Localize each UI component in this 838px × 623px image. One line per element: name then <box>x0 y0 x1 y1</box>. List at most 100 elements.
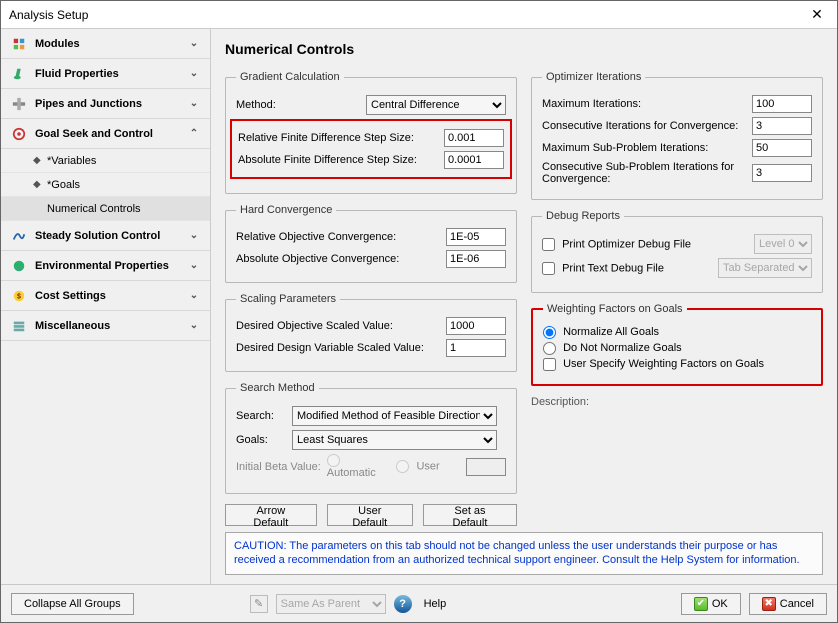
sidebar-group-steady-solution-control[interactable]: Steady Solution Control ⌄ <box>1 221 210 251</box>
consec-sub-label: Consecutive Sub-Problem Iterations for C… <box>542 161 746 185</box>
beta-user-radio: User <box>396 460 460 473</box>
consec-conv-input[interactable] <box>752 117 812 135</box>
abs-obj-label: Absolute Objective Convergence: <box>236 253 440 265</box>
chevron-down-icon: ⌄ <box>186 230 202 241</box>
group-label: Fluid Properties <box>35 68 186 80</box>
max-sub-label: Maximum Sub-Problem Iterations: <box>542 142 746 154</box>
method-select[interactable]: Central Difference <box>366 95 506 115</box>
ok-button[interactable]: ✔OK <box>681 593 741 615</box>
collapse-all-groups-button[interactable]: Collapse All Groups <box>11 593 134 615</box>
beta-label: Initial Beta Value: <box>236 461 321 473</box>
weighting-legend: Weighting Factors on Goals <box>543 303 687 315</box>
group-label: Steady Solution Control <box>35 230 186 242</box>
rel-step-input[interactable] <box>444 129 504 147</box>
globe-icon <box>9 258 29 274</box>
search-legend: Search Method <box>236 382 319 394</box>
optimizer-iterations-group: Optimizer Iterations Maximum Iterations:… <box>531 71 823 200</box>
txt-format-select: Tab Separated <box>718 258 812 278</box>
check-icon: ✔ <box>694 597 708 611</box>
sidebar-group-miscellaneous[interactable]: Miscellaneous ⌄ <box>1 311 210 341</box>
consec-sub-input[interactable] <box>752 164 812 182</box>
caution-text: CAUTION: The parameters on this tab shou… <box>225 532 823 575</box>
sidebar-item-numerical-controls[interactable]: Numerical Controls <box>1 197 210 221</box>
group-label: Miscellaneous <box>35 320 186 332</box>
search-select[interactable]: Modified Method of Feasible Direction <box>292 406 497 426</box>
method-label: Method: <box>236 99 360 111</box>
modules-icon <box>9 36 29 52</box>
group-label: Goal Seek and Control <box>35 128 186 140</box>
max-iter-input[interactable] <box>752 95 812 113</box>
debug-reports-group: Debug Reports Print Optimizer Debug File… <box>531 210 823 293</box>
beta-value-input <box>466 458 506 476</box>
cost-icon: $ <box>9 288 29 304</box>
sidebar-group-goal-seek-control[interactable]: Goal Seek and Control ⌃ <box>1 119 210 149</box>
rel-obj-label: Relative Objective Convergence: <box>236 231 440 243</box>
print-text-checkbox[interactable]: Print Text Debug File <box>542 262 712 275</box>
rel-step-label: Relative Finite Difference Step Size: <box>238 132 438 144</box>
window-close-button[interactable]: ✕ <box>797 1 837 29</box>
dv-scaled-input[interactable] <box>446 339 506 357</box>
max-sub-input[interactable] <box>752 139 812 157</box>
sidebar-item-goals[interactable]: ◆ *Goals <box>1 173 210 197</box>
obj-scaled-label: Desired Objective Scaled Value: <box>236 320 440 332</box>
debug-legend: Debug Reports <box>542 210 624 222</box>
max-iter-label: Maximum Iterations: <box>542 98 746 110</box>
sidebar: Modules ⌄ Fluid Properties ⌄ Pipes and J… <box>1 29 211 584</box>
sidebar-group-environmental-properties[interactable]: Environmental Properties ⌄ <box>1 251 210 281</box>
user-default-button[interactable]: User Default <box>327 504 413 526</box>
beta-auto-radio: Automatic <box>327 454 391 479</box>
abs-obj-input[interactable] <box>446 250 506 268</box>
help-button[interactable]: Help <box>420 593 451 615</box>
optimizer-legend: Optimizer Iterations <box>542 71 645 83</box>
abs-step-input[interactable] <box>444 151 504 169</box>
help-icon: ? <box>394 595 412 613</box>
same-as-parent-select: Same As Parent <box>276 594 386 614</box>
cancel-button[interactable]: ✖Cancel <box>749 593 827 615</box>
description-label: Description: <box>531 396 823 408</box>
hard-conv-legend: Hard Convergence <box>236 204 336 216</box>
titlebar: Analysis Setup ✕ <box>1 1 837 29</box>
scaling-parameters-group: Scaling Parameters Desired Objective Sca… <box>225 293 517 372</box>
sidebar-group-fluid-properties[interactable]: Fluid Properties ⌄ <box>1 59 210 89</box>
do-not-normalize-radio[interactable]: Do Not Normalize Goals <box>543 342 682 354</box>
chevron-up-icon: ⌃ <box>186 128 202 139</box>
goals-label: Goals: <box>236 434 286 446</box>
finite-diff-highlight: Relative Finite Difference Step Size: Ab… <box>230 119 512 179</box>
steady-icon <box>9 228 29 244</box>
cancel-icon: ✖ <box>762 597 776 611</box>
scaling-legend: Scaling Parameters <box>236 293 340 305</box>
normalize-all-radio[interactable]: Normalize All Goals <box>543 326 659 338</box>
fluid-icon <box>9 66 29 82</box>
goals-select[interactable]: Least Squares <box>292 430 497 450</box>
pipes-icon <box>9 96 29 112</box>
set-as-default-button[interactable]: Set as Default <box>423 504 517 526</box>
gradient-calculation-group: Gradient Calculation Method: Central Dif… <box>225 71 517 194</box>
chevron-down-icon: ⌄ <box>186 38 202 49</box>
group-label: Environmental Properties <box>35 260 186 272</box>
weighting-factors-group: Weighting Factors on Goals Normalize All… <box>531 303 823 386</box>
dv-scaled-label: Desired Design Variable Scaled Value: <box>236 342 440 354</box>
rel-obj-input[interactable] <box>446 228 506 246</box>
print-optimizer-checkbox[interactable]: Print Optimizer Debug File <box>542 238 748 251</box>
sidebar-group-cost-settings[interactable]: $ Cost Settings ⌄ <box>1 281 210 311</box>
group-label: Cost Settings <box>35 290 186 302</box>
sidebar-item-variables[interactable]: ◆ *Variables <box>1 149 210 173</box>
page-title: Numerical Controls <box>211 29 837 67</box>
obj-scaled-input[interactable] <box>446 317 506 335</box>
search-method-group: Search Method Search: Modified Method of… <box>225 382 517 494</box>
search-label: Search: <box>236 410 286 422</box>
sidebar-item-label: Numerical Controls <box>47 203 141 215</box>
arrow-default-button[interactable]: Arrow Default <box>225 504 317 526</box>
group-label: Pipes and Junctions <box>35 98 186 110</box>
consec-conv-label: Consecutive Iterations for Convergence: <box>542 120 746 132</box>
sidebar-group-modules[interactable]: Modules ⌄ <box>1 29 210 59</box>
bullet-icon: ◆ <box>33 179 47 190</box>
sidebar-group-pipes-junctions[interactable]: Pipes and Junctions ⌄ <box>1 89 210 119</box>
opt-level-select: Level 0 <box>754 234 812 254</box>
svg-text:$: $ <box>17 293 21 300</box>
user-specify-checkbox[interactable]: User Specify Weighting Factors on Goals <box>543 358 764 370</box>
sidebar-item-label: *Goals <box>47 179 80 191</box>
chevron-down-icon: ⌄ <box>186 260 202 271</box>
gradient-legend: Gradient Calculation <box>236 71 344 83</box>
chevron-down-icon: ⌄ <box>186 98 202 109</box>
